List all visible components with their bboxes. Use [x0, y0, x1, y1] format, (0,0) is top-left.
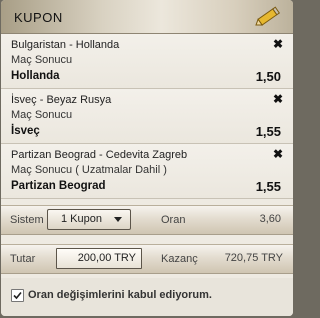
total-odds-value: 3,60: [259, 213, 281, 225]
pencil-icon[interactable]: [255, 5, 281, 27]
bet-item: Bulgaristan - Hollanda Maç Sonucu Hollan…: [1, 34, 293, 89]
bet-market: Maç Sonucu: [11, 109, 73, 121]
accept-changes-row: Oran değişimlerini kabul ediyorum.: [1, 278, 293, 316]
accept-changes-checkbox[interactable]: [11, 289, 24, 302]
coupon-header: KUPON: [1, 0, 293, 34]
system-select-value: 1 Kupon: [61, 213, 102, 225]
remove-bet-icon[interactable]: ✖: [273, 147, 283, 161]
stake-bar: Tutar 200,00 TRY Kazanç 720,75 TRY: [1, 244, 293, 274]
coupon-panel: KUPON Bulgaristan - Hollanda Maç Sonucu …: [1, 0, 293, 316]
checkmark-icon: [13, 291, 22, 300]
system-bar: Sistem 1 Kupon Oran 3,60: [1, 205, 293, 235]
bet-match: Partizan Beograd - Cedevita Zagreb: [11, 149, 188, 161]
bet-odds: 1,55: [255, 179, 281, 194]
bet-odds: 1,55: [255, 124, 281, 139]
stake-input[interactable]: 200,00 TRY: [56, 248, 142, 269]
system-label: Sistem: [10, 214, 44, 226]
odds-label: Oran: [161, 214, 186, 226]
bet-selection: Partizan Beograd: [11, 180, 106, 192]
bet-market: Maç Sonucu ( Uzatmalar Dahil ): [11, 164, 167, 176]
bet-list: Bulgaristan - Hollanda Maç Sonucu Hollan…: [1, 34, 293, 199]
chevron-down-icon: [114, 217, 122, 222]
accept-changes-label: Oran değişimlerini kabul ediyorum.: [28, 289, 212, 301]
bet-item: Partizan Beograd - Cedevita Zagreb Maç S…: [1, 144, 293, 199]
stake-input-value: 200,00 TRY: [77, 252, 136, 264]
bet-selection: Hollanda: [11, 70, 60, 82]
bet-selection: İsveç: [11, 125, 40, 137]
coupon-title: KUPON: [14, 10, 63, 25]
bet-market: Maç Sonucu: [11, 54, 73, 66]
system-select[interactable]: 1 Kupon: [47, 209, 131, 230]
remove-bet-icon[interactable]: ✖: [273, 37, 283, 51]
win-label: Kazanç: [161, 253, 198, 265]
bet-match: Bulgaristan - Hollanda: [11, 39, 120, 51]
bet-match: İsveç - Beyaz Rusya: [11, 94, 112, 106]
bet-item: İsveç - Beyaz Rusya Maç Sonucu İsveç 1,5…: [1, 89, 293, 144]
remove-bet-icon[interactable]: ✖: [273, 92, 283, 106]
bet-odds: 1,50: [255, 69, 281, 84]
stake-label: Tutar: [10, 253, 36, 265]
win-value: 720,75 TRY: [224, 252, 283, 264]
